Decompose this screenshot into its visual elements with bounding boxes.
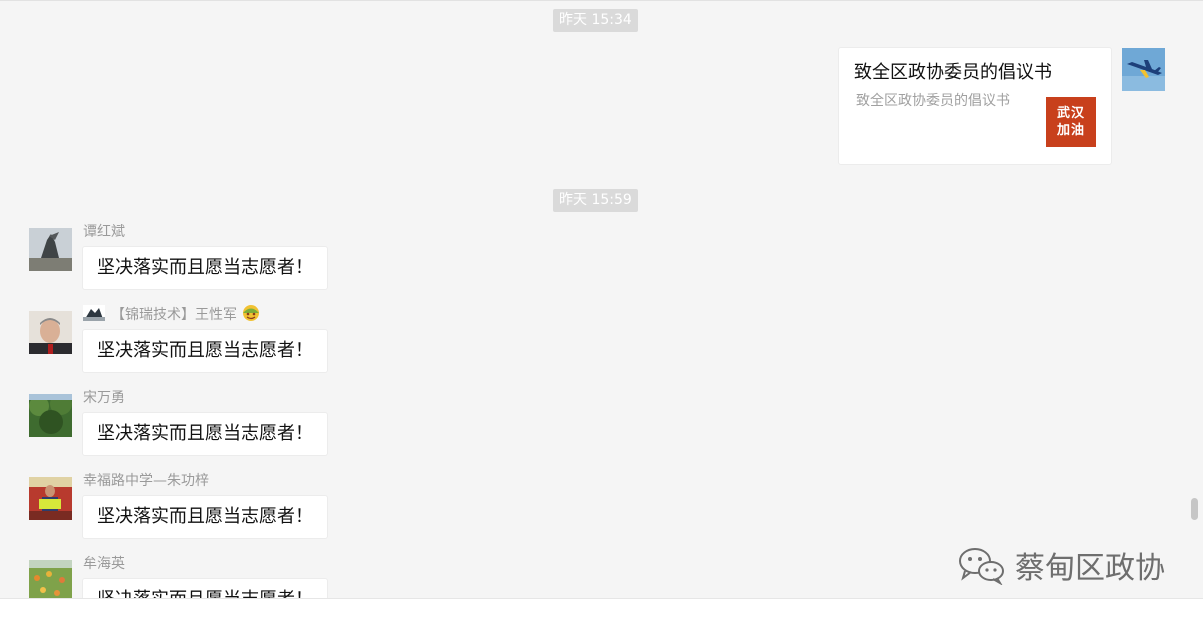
sender-badge-icon [83, 305, 105, 325]
divider [0, 0, 1203, 1]
watermark: 蔡甸区政协 [957, 543, 1165, 587]
sender-name: 谭红斌 [83, 224, 125, 240]
message-bubble[interactable]: 坚决落实而且愿当志愿者！ [82, 412, 328, 456]
scrollbar-thumb[interactable] [1191, 498, 1198, 520]
timestamp: 昨天 15:59 [553, 189, 638, 212]
article-title: 致全区政协委员的倡议书 [854, 62, 1052, 83]
input-area[interactable] [0, 598, 1203, 620]
message-bubble[interactable]: 坚决落实而且愿当志愿者！ [82, 329, 328, 373]
emoji-icon [241, 304, 261, 326]
timestamp: 昨天 15:34 [553, 9, 638, 32]
article-description: 致全区政协委员的倡议书 [856, 93, 1010, 109]
avatar-sender[interactable] [29, 477, 72, 520]
chat-area: 昨天 15:34 致全区政协委员的倡议书 致全区政协委员的倡议书 武汉 加油 昨… [0, 0, 1203, 598]
avatar-sender[interactable] [29, 560, 72, 598]
thumb-text-line2: 加油 [1056, 123, 1085, 138]
avatar-sender[interactable] [29, 394, 72, 437]
message-bubble[interactable]: 坚决落实而且愿当志愿者！ [82, 578, 328, 598]
watermark-text: 蔡甸区政协 [1015, 551, 1165, 586]
sender-name-row: 【锦瑞技术】王性军 [83, 304, 261, 326]
sender-name: 幸福路中学—朱功梓 [83, 473, 209, 489]
message-bubble[interactable]: 坚决落实而且愿当志愿者！ [82, 495, 328, 539]
avatar-sender[interactable] [29, 228, 72, 271]
avatar-self[interactable] [1122, 48, 1165, 91]
message-bubble[interactable]: 坚决落实而且愿当志愿者！ [82, 246, 328, 290]
avatar-sender[interactable] [29, 311, 72, 354]
sender-name: 牟海英 [83, 556, 125, 572]
shared-article-card[interactable]: 致全区政协委员的倡议书 致全区政协委员的倡议书 武汉 加油 [838, 47, 1112, 165]
thumb-text-line1: 武汉 [1056, 106, 1085, 121]
wechat-icon [959, 548, 1004, 585]
sender-name: 宋万勇 [83, 390, 125, 406]
sender-name: 【锦瑞技术】王性军 [111, 307, 237, 323]
article-thumbnail: 武汉 加油 [1046, 97, 1096, 147]
